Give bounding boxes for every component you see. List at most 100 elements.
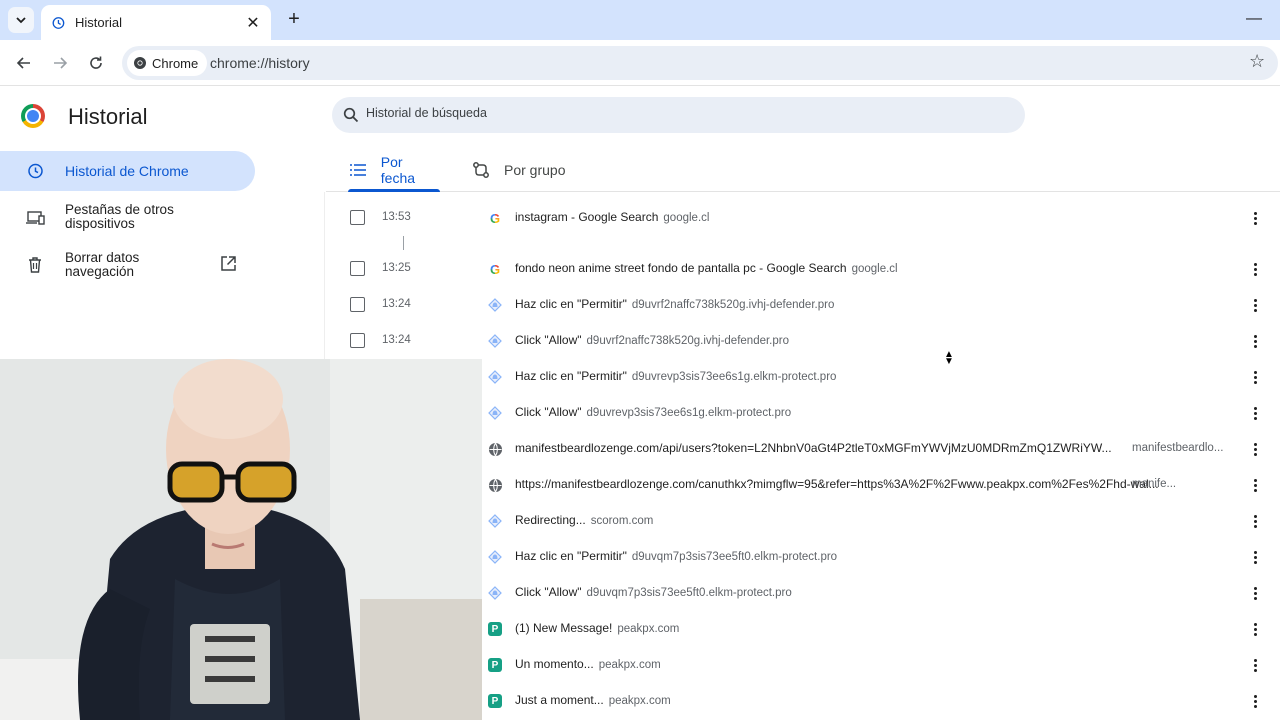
peakpx-icon: P	[488, 622, 502, 636]
more-vert-icon[interactable]	[1245, 511, 1265, 531]
time-separator	[403, 236, 404, 250]
row-time: 13:53	[382, 211, 411, 223]
row-favicon: P	[487, 657, 503, 673]
row-domain: d9uvrf2naffc738k520g.ivhj-defender.pro	[586, 335, 789, 347]
sidebar-item-label: Borrar datos navegación	[65, 250, 140, 279]
close-icon[interactable]: ✕	[245, 13, 261, 33]
tab-by-date[interactable]: Por fecha	[348, 148, 440, 192]
row-title-link[interactable]: Click "Allow" d9uvrf2naffc738k520g.ivhj-d…	[515, 333, 789, 347]
more-vert-icon[interactable]	[1245, 367, 1265, 387]
arrow-left-icon	[16, 57, 30, 69]
forward-button[interactable]	[49, 52, 71, 74]
url-text[interactable]: chrome://history	[210, 55, 310, 71]
bell-icon	[488, 298, 502, 312]
tab-label: Por grupo	[504, 161, 566, 178]
tab-search-button[interactable]	[8, 7, 34, 33]
row-domain: manife...	[1132, 478, 1177, 490]
search-icon	[343, 107, 359, 123]
row-title: Haz clic en "Permitir"	[515, 369, 627, 383]
tab-title: Historial	[75, 15, 122, 30]
row-time: 13:24	[382, 298, 411, 310]
sidebar-item-other-devices[interactable]: Pestañas de otros dispositivos	[0, 202, 255, 234]
sidebar-item-label: Historial de Chrome	[65, 163, 189, 179]
row-title-link[interactable]: Redirecting... scorom.com	[515, 513, 653, 527]
row-title-link[interactable]: (1) New Message! peakpx.com	[515, 621, 679, 635]
webcam-person-image	[0, 359, 482, 720]
back-button[interactable]	[13, 52, 35, 74]
browser-tab-history[interactable]: Historial ✕	[41, 5, 271, 40]
row-title-link[interactable]: https://manifestbeardlozenge.com/canuthk…	[515, 477, 1159, 491]
more-vert-icon[interactable]	[1245, 583, 1265, 603]
search-input[interactable]	[366, 106, 966, 120]
more-vert-icon[interactable]	[1245, 208, 1265, 228]
site-info-chip[interactable]: Chrome	[127, 50, 208, 76]
row-domain: peakpx.com	[617, 623, 680, 635]
more-vert-icon[interactable]	[1245, 475, 1265, 495]
row-title-link[interactable]: Haz clic en "Permitir" d9uvrevp3sis73ee6s…	[515, 369, 836, 383]
row-favicon	[487, 585, 503, 601]
globe-icon	[488, 442, 502, 456]
more-vert-icon[interactable]	[1245, 691, 1265, 711]
more-vert-icon[interactable]	[1245, 259, 1265, 279]
sidebar: Historial Historial de Chrome Pestañas d…	[0, 87, 324, 359]
google-icon: G	[489, 210, 501, 226]
webcam-overlay	[0, 359, 482, 720]
row-checkbox[interactable]	[350, 261, 365, 276]
tab-label: Por fecha	[380, 153, 416, 186]
row-title-link[interactable]: Click "Allow" d9uvqm7p3sis73ee5ft0.elkm-p…	[515, 585, 792, 599]
peakpx-icon: P	[488, 694, 502, 708]
history-row[interactable]: 13:24 Click "Allow" d9uvrf2naffc738k520g.i…	[325, 323, 1280, 359]
bell-icon	[488, 514, 502, 528]
sidebar-item-clear-data[interactable]: Borrar datos navegación	[0, 250, 255, 282]
row-checkbox[interactable]	[350, 333, 365, 348]
more-vert-icon[interactable]	[1245, 439, 1265, 459]
row-title: Redirecting...	[515, 513, 586, 527]
row-domain: scorom.com	[590, 515, 654, 527]
row-domain: d9uvrf2naffc738k520g.ivhj-defender.pro	[631, 299, 835, 311]
bookmark-star-icon[interactable]: ☆	[1249, 51, 1265, 72]
row-title-link[interactable]: Just a moment... peakpx.com	[515, 693, 671, 707]
history-search-box[interactable]	[332, 97, 1025, 133]
peakpx-icon: P	[488, 658, 502, 672]
row-favicon	[487, 297, 503, 313]
history-row[interactable]: 13:53 Ginstagram - Google Search google.cl	[325, 200, 1280, 236]
row-checkbox[interactable]	[350, 210, 365, 225]
more-vert-icon[interactable]	[1245, 547, 1265, 567]
row-checkbox[interactable]	[350, 297, 365, 312]
row-title: Haz clic en "Permitir"	[515, 549, 627, 563]
row-title-link[interactable]: Haz clic en "Permitir" d9uvqm7p3sis73ee5f…	[515, 549, 837, 563]
history-row[interactable]: 13:24 Haz clic en "Permitir" d9uvrf2naffc7…	[325, 287, 1280, 323]
row-domain: peakpx.com	[598, 659, 661, 671]
more-vert-icon[interactable]	[1245, 619, 1265, 639]
minimize-button[interactable]: —	[1244, 10, 1264, 30]
bell-icon	[488, 586, 502, 600]
chrome-icon	[134, 57, 146, 69]
address-bar[interactable]: Chrome chrome://history ☆	[122, 46, 1278, 80]
row-title-link[interactable]: manifestbeardlozenge.com/api/users?token…	[515, 441, 1112, 455]
row-title-link[interactable]: fondo neon anime street fondo de pantall…	[515, 261, 898, 275]
row-title: (1) New Message!	[515, 621, 613, 635]
row-time: 13:25	[382, 262, 411, 274]
bell-icon	[488, 334, 502, 348]
row-domain: d9uvqm7p3sis73ee5ft0.elkm-protect.pro	[631, 551, 838, 563]
more-vert-icon[interactable]	[1245, 403, 1265, 423]
row-favicon: G	[487, 261, 503, 277]
row-title-link[interactable]: Un momento... peakpx.com	[515, 657, 661, 671]
row-title-link[interactable]: Haz clic en "Permitir" d9uvrf2naffc738k52…	[515, 297, 834, 311]
more-vert-icon[interactable]	[1245, 331, 1265, 351]
new-tab-button[interactable]: +	[283, 9, 305, 31]
row-title: fondo neon anime street fondo de pantall…	[515, 261, 847, 275]
row-title-link[interactable]: instagram - Google Search google.cl	[515, 210, 709, 224]
open-in-new-icon	[220, 255, 237, 277]
arrow-right-icon	[54, 57, 68, 69]
row-title-link[interactable]: Click "Allow" d9uvrevp3sis73ee6s1g.elkm-p…	[515, 405, 791, 419]
sidebar-item-chrome-history[interactable]: Historial de Chrome	[0, 151, 255, 191]
history-row[interactable]: 13:25 Gfondo neon anime street fondo de p…	[325, 251, 1280, 287]
more-vert-icon[interactable]	[1245, 295, 1265, 315]
chrome-logo-icon	[21, 104, 45, 128]
bell-icon	[488, 406, 502, 420]
row-title: Click "Allow"	[515, 585, 582, 599]
tab-by-group[interactable]: Por grupo	[471, 148, 565, 191]
reload-button[interactable]	[85, 52, 107, 74]
more-vert-icon[interactable]	[1245, 655, 1265, 675]
